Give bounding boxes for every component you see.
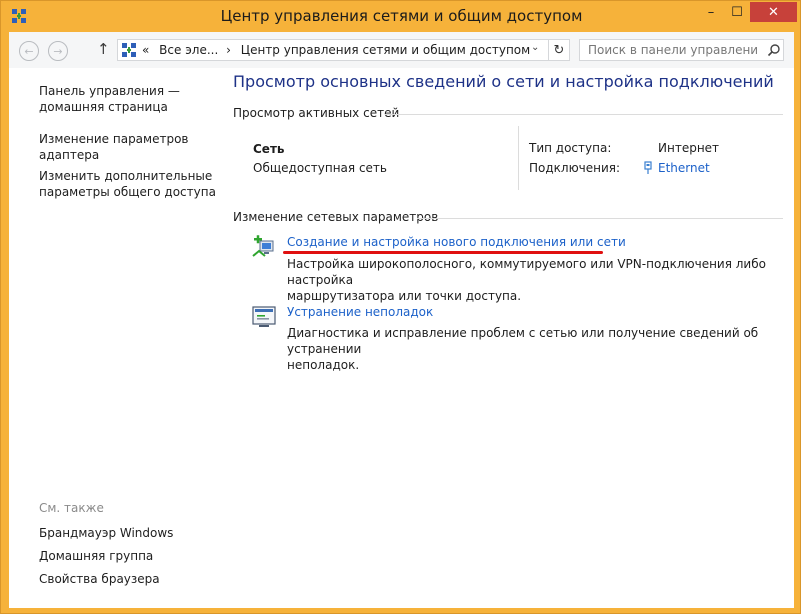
breadcrumb-item-current[interactable]: Центр управления сетями и общим доступом xyxy=(241,43,530,57)
description-line: неполадок. xyxy=(287,358,360,372)
forward-button[interactable]: → xyxy=(48,41,68,61)
search-box[interactable] xyxy=(579,39,784,61)
access-type-value: Интернет xyxy=(658,141,720,155)
sidebar-item-label: адаптера xyxy=(39,148,100,162)
sidebar-item-label: домашняя страница xyxy=(39,100,168,114)
breadcrumb-item-all[interactable]: Все эле... xyxy=(159,43,218,57)
active-networks-heading: Просмотр активных сетей xyxy=(233,106,400,120)
annotation-underline xyxy=(283,251,603,254)
page-title: Просмотр основных сведений о сети и наст… xyxy=(233,72,774,91)
close-button[interactable]: ✕ xyxy=(750,2,797,22)
sidebar-item-label: Панель управления — xyxy=(39,84,180,98)
setup-new-connection-description: Настройка широкополосного, коммутируемог… xyxy=(287,256,787,304)
sidebar: Панель управления — домашняя страница Из… xyxy=(9,68,224,608)
new-connection-icon xyxy=(252,235,274,257)
chevron-down-icon[interactable]: ⌄ xyxy=(531,42,539,53)
network-category: Общедоступная сеть xyxy=(253,161,387,175)
back-button[interactable]: ← xyxy=(19,41,39,61)
refresh-button[interactable]: ↻ xyxy=(548,39,570,61)
breadcrumb-separator-icon[interactable]: › xyxy=(226,43,231,57)
up-button[interactable]: ↑ xyxy=(97,40,110,58)
section-divider xyxy=(385,114,783,115)
sidebar-item-label: Изменение параметров xyxy=(39,132,189,146)
network-center-icon xyxy=(122,43,136,57)
window: Центр управления сетями и общим доступом… xyxy=(0,0,801,614)
vertical-divider xyxy=(518,126,519,190)
sidebar-item-label: Изменить дополнительные xyxy=(39,169,213,183)
network-name: Сеть xyxy=(253,142,285,156)
troubleshoot-link[interactable]: Устранение неполадок xyxy=(287,305,433,319)
sidebar-item-home[interactable]: Панель управления — домашняя страница xyxy=(39,83,219,115)
minimize-button[interactable]: – xyxy=(698,2,724,23)
breadcrumb: « Все эле... › Центр управления сетями и… xyxy=(142,43,530,57)
troubleshoot-description: Диагностика и исправление проблем с сеть… xyxy=(287,325,787,373)
ethernet-icon xyxy=(644,161,652,174)
content-area: Панель управления — домашняя страница Из… xyxy=(9,68,794,608)
troubleshoot-icon xyxy=(252,306,276,327)
section-divider xyxy=(417,218,783,219)
sidebar-item-sharing-settings[interactable]: Изменить дополнительные параметры общего… xyxy=(39,168,219,200)
sidebar-item-adapter-settings[interactable]: Изменение параметров адаптера xyxy=(39,131,219,163)
title-bar[interactable]: Центр управления сетями и общим доступом… xyxy=(1,1,801,32)
access-type-label: Тип доступа: xyxy=(529,141,612,155)
change-settings-heading: Изменение сетевых параметров xyxy=(233,210,439,224)
description-line: маршрутизатора или точки доступа. xyxy=(287,289,522,303)
description-line: Настройка широкополосного, коммутируемог… xyxy=(287,257,766,287)
see-also-heading: См. также xyxy=(39,501,104,515)
search-input[interactable] xyxy=(588,42,758,58)
window-title: Центр управления сетями и общим доступом xyxy=(220,7,583,25)
setup-new-connection-link[interactable]: Создание и настройка нового подключения … xyxy=(287,235,626,249)
ethernet-link[interactable]: Ethernet xyxy=(658,161,710,175)
connections-label: Подключения: xyxy=(529,161,621,175)
sidebar-item-browser-properties[interactable]: Свойства браузера xyxy=(39,571,219,587)
sidebar-item-homegroup[interactable]: Домашняя группа xyxy=(39,548,219,564)
sidebar-item-firewall[interactable]: Брандмауэр Windows xyxy=(39,525,219,541)
maximize-button[interactable]: ☐ xyxy=(724,2,750,23)
description-line: Диагностика и исправление проблем с сеть… xyxy=(287,326,759,356)
sidebar-item-label: параметры общего доступа xyxy=(39,185,216,199)
breadcrumb-overflow[interactable]: « xyxy=(142,43,149,57)
search-icon[interactable] xyxy=(767,43,781,57)
navigation-bar: ← → ↑ « Все эле... › Центр управления се… xyxy=(9,32,794,68)
address-bar[interactable]: « Все эле... › Центр управления сетями и… xyxy=(117,39,549,61)
main-panel: Просмотр основных сведений о сети и наст… xyxy=(233,68,793,608)
